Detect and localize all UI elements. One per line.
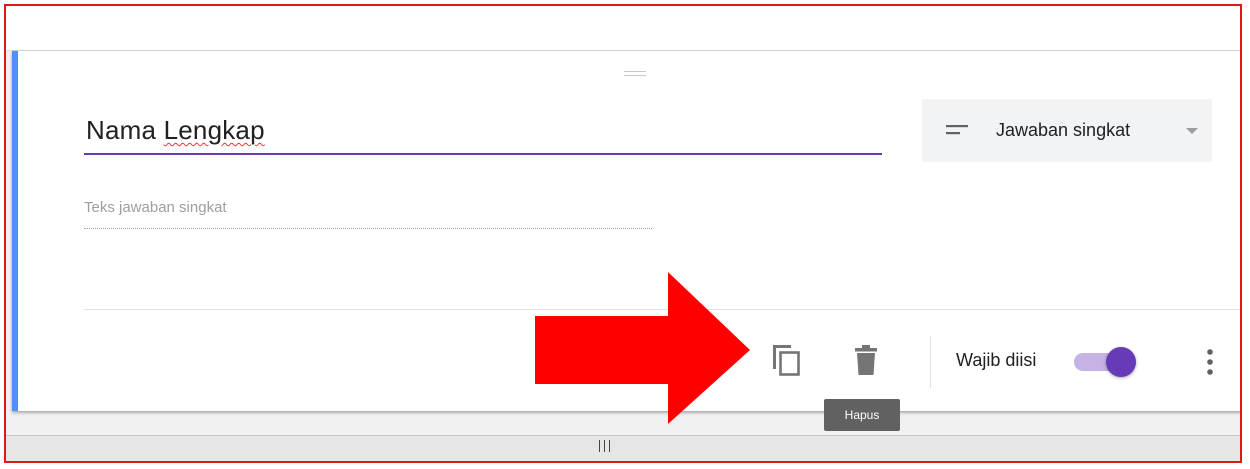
title-word-spellcheck: Lengkap [163,115,265,145]
required-toggle[interactable] [1074,347,1138,377]
drag-handle-line [624,71,646,72]
scrollbar-grip-icon [598,440,612,452]
delete-tooltip: Hapus [824,399,900,431]
required-label: Wajib diisi [956,350,1037,370]
short-answer-icon [946,125,968,135]
question-type-dropdown[interactable]: Jawaban singkat [922,99,1212,162]
chevron-down-icon [1186,128,1198,134]
horizontal-scrollbar[interactable] [6,435,1240,461]
toggle-thumb [1106,347,1136,377]
drag-handle[interactable] [624,71,646,77]
title-word: Nama [86,115,157,145]
question-title-text: Nama Lengkap [86,115,265,146]
delete-button[interactable] [846,340,886,380]
active-accent-bar [12,51,18,411]
more-vert-icon [1207,349,1213,375]
answer-hint-text: Teks jawaban singkat [84,199,227,216]
duplicate-button[interactable] [766,340,806,380]
trash-icon [855,345,877,375]
question-type-label: Jawaban singkat [996,120,1131,140]
content-copy-icon [773,345,800,376]
question-title-field[interactable]: Nama Lengkap [84,109,882,155]
more-options-button[interactable] [1190,342,1230,382]
short-answer-preview: Teks jawaban singkat [84,199,652,229]
footer-vertical-divider [930,336,931,388]
red-arrow-annotation [535,272,750,424]
drag-handle-line [624,75,646,76]
top-strip [6,6,1240,51]
